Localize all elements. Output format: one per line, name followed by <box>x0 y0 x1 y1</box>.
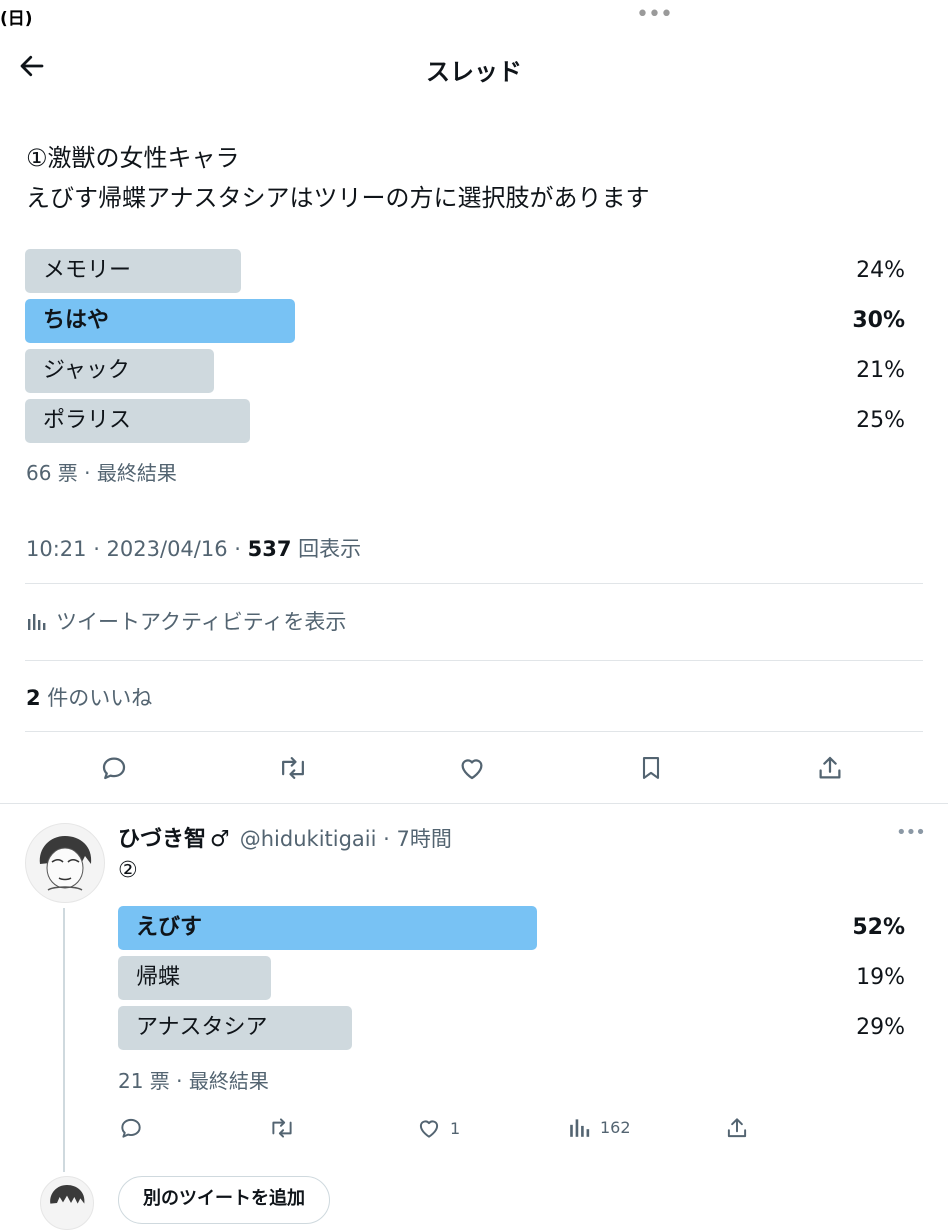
heart-icon <box>419 1120 439 1138</box>
author-name[interactable]: ひづき智 <box>118 821 206 853</box>
poll-option-percent: 24% <box>856 258 905 283</box>
poll-option-percent: 19% <box>856 965 905 990</box>
divider <box>25 731 923 732</box>
share-icon <box>727 1118 747 1138</box>
poll-option: えびす 52% <box>118 906 905 950</box>
author-handle-time[interactable]: @hidukitigaii · 7時間 <box>240 823 452 853</box>
bookmark-button[interactable] <box>633 750 669 786</box>
retweet-button[interactable] <box>275 750 311 786</box>
poll-option-percent: 52% <box>852 915 905 940</box>
reply-icon <box>121 1118 141 1138</box>
divider <box>25 660 923 661</box>
poll-option-label: えびす <box>136 915 203 940</box>
retweet-icon <box>272 1118 292 1138</box>
tweet-activity-label: ツイートアクティビティを表示 <box>56 610 347 634</box>
reply-retweet-button[interactable] <box>268 1115 296 1141</box>
likes-label: 件のいいね <box>40 686 153 710</box>
poll-option: 帰蝶 19% <box>118 956 905 1000</box>
like-count: 1 <box>450 1118 461 1138</box>
share-icon <box>819 756 841 779</box>
poll-option-percent: 29% <box>856 1015 905 1040</box>
bookmark-icon <box>642 757 660 779</box>
analytics-bar-icon <box>28 614 46 630</box>
poll-option: アナスタシア 29% <box>118 1006 905 1050</box>
multitask-dots-icon[interactable]: ••• <box>636 2 673 27</box>
poll-option-label: メモリー <box>43 258 132 283</box>
views-count: 537 <box>247 537 292 561</box>
avatar-illustration-icon <box>50 1185 85 1204</box>
tweet-activity-link[interactable]: ツイートアクティビティを表示 <box>26 606 346 636</box>
more-options-button[interactable]: ••• <box>896 822 926 843</box>
poll-option: メモリー 24% <box>25 249 905 293</box>
likes-summary[interactable]: 2 件のいいね <box>26 682 152 712</box>
reply-like-button[interactable]: 1 <box>416 1115 460 1141</box>
views-label: 回表示 <box>291 537 362 561</box>
thread-connector-line <box>63 908 65 1172</box>
poll-option-label: アナスタシア <box>136 1015 268 1040</box>
divider <box>0 803 948 804</box>
add-tweet-button[interactable]: 別のツイートを追加 <box>118 1176 330 1224</box>
reply-views-button[interactable]: 162 <box>568 1115 631 1139</box>
avatar[interactable] <box>25 823 105 903</box>
reply-header: ひづき智 ♂ @hidukitigaii · 7時間 <box>118 821 452 853</box>
share-button[interactable] <box>812 750 848 786</box>
timestamp-text: 10:21 · 2023/04/16 · <box>26 537 248 561</box>
likes-count: 2 <box>26 686 41 710</box>
poll-option-label: ジャック <box>43 358 130 383</box>
poll-option-percent: 30% <box>852 308 905 333</box>
tweet-text: ①激獣の女性キャラ えびす帰蝶アナスタシアはツリーの方に選択肢があります <box>26 138 926 218</box>
poll-option-label: ちはや <box>43 308 110 333</box>
gender-symbol: ♂ <box>210 827 230 852</box>
heart-icon <box>461 759 483 780</box>
tweet-text-line-1: ①激獣の女性キャラ <box>26 144 240 172</box>
poll-option-percent: 25% <box>856 408 905 433</box>
poll-option: ポラリス 25% <box>25 399 905 443</box>
analytics-bar-icon <box>570 1119 590 1137</box>
poll-option-label: ポラリス <box>43 408 132 433</box>
tweet-text-line-2: えびす帰蝶アナスタシアはツリーの方に選択肢があります <box>26 184 650 212</box>
poll-option-label: 帰蝶 <box>136 965 181 990</box>
reply-icon <box>102 757 126 780</box>
page-title: スレッド <box>426 58 522 86</box>
poll-option: ジャック 21% <box>25 349 905 393</box>
poll-summary: 66 票 · 最終結果 <box>26 461 177 485</box>
reply-button[interactable] <box>96 750 132 786</box>
view-count: 162 <box>600 1117 631 1137</box>
tweet-timestamp: 10:21 · 2023/04/16 · 537 回表示 <box>26 533 361 563</box>
divider <box>25 583 923 584</box>
reply-poll-summary: 21 票 · 最終結果 <box>118 1069 269 1093</box>
poll-option-percent: 21% <box>856 358 905 383</box>
reply-share-button[interactable] <box>724 1115 750 1141</box>
retweet-icon <box>282 757 304 779</box>
status-bar-date: (日) <box>0 9 33 29</box>
like-button[interactable] <box>454 750 490 786</box>
avatar-illustration-icon <box>39 836 92 891</box>
reply-reply-button[interactable] <box>118 1115 144 1141</box>
reply-text: ② <box>118 858 138 883</box>
poll-option: ちはや 30% <box>25 299 905 343</box>
composer-avatar <box>40 1176 94 1230</box>
